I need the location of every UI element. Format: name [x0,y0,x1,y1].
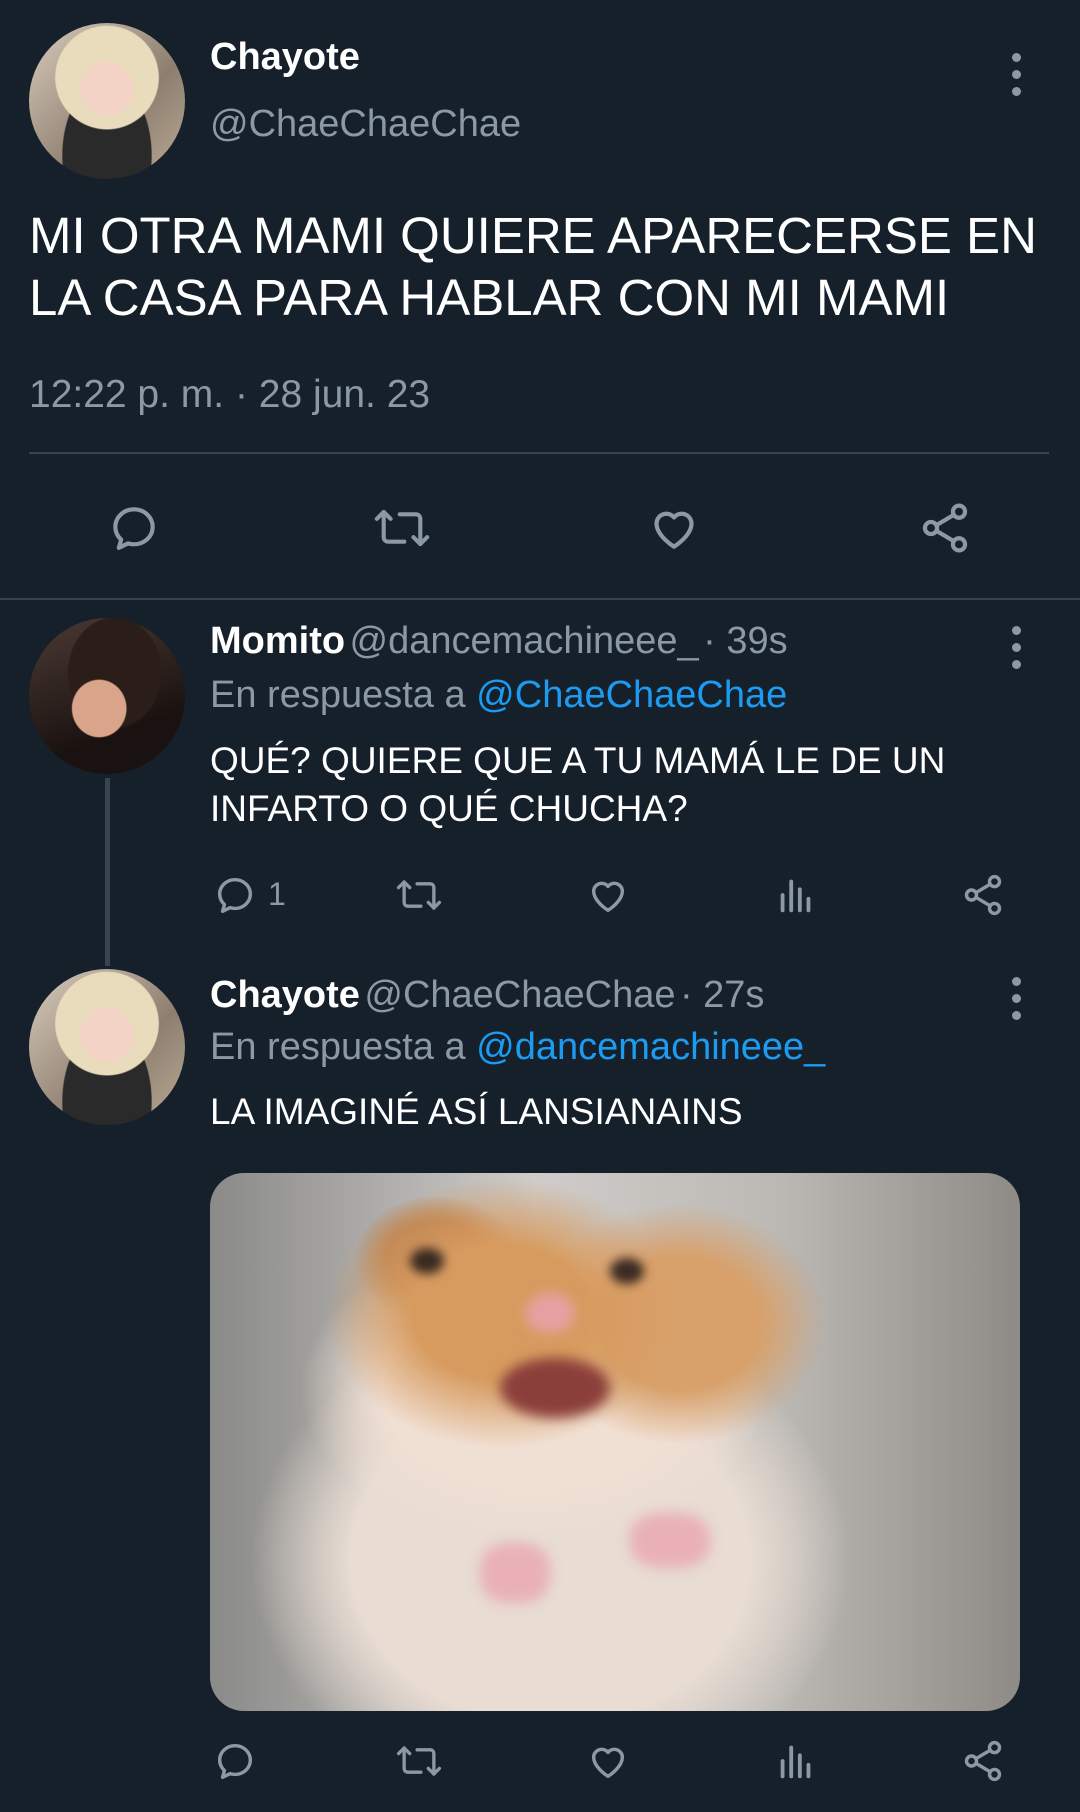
hamster-photo[interactable] [210,1173,1020,1711]
avatar[interactable] [29,618,185,774]
replying-to-prefix: En respuesta a [210,1026,466,1068]
reply-icon[interactable] [106,500,162,556]
share-icon[interactable] [960,872,1006,918]
more-options-icon[interactable] [1009,977,1023,1021]
more-options-icon[interactable] [1009,626,1023,670]
heart-icon[interactable] [584,872,632,918]
reply-text-line: LA IMAGINÉ ASÍ LANSIANAINS [210,1091,743,1132]
reply-icon[interactable] [212,1738,258,1784]
share-icon[interactable] [917,500,973,556]
author-handle[interactable]: @ChaeChaeChae [210,103,521,146]
reply-time[interactable]: · 39s [703,620,787,662]
author-name[interactable]: Momito [210,620,345,662]
more-options-icon[interactable] [1009,53,1023,97]
reply-count: 1 [268,876,286,912]
reply-header: Chayote @ChaeChaeChae · 27s [210,974,764,1017]
views-icon[interactable] [773,872,819,918]
mention-link[interactable]: @dancemachineee_ [476,1026,825,1068]
author-name[interactable]: Chayote [210,974,360,1016]
tweet-text: MI OTRA MAMI QUIERE APARECERSE EN LA CAS… [29,205,1037,329]
reply-icon[interactable] [212,872,258,918]
retweet-icon[interactable] [370,500,434,556]
replying-to: En respuesta a @ChaeChaeChae [210,674,787,717]
heart-icon[interactable] [645,500,703,556]
tweet-text-line: LA CASA PARA HABLAR CON MI MAMI [29,269,950,326]
hamster-eye [610,1258,644,1284]
timestamp[interactable]: 12:22 p. m. · 28 jun. 23 [29,373,430,417]
heart-icon[interactable] [584,1738,632,1784]
replying-to-prefix: En respuesta a [210,674,466,716]
author-name[interactable]: Chayote [210,36,360,79]
reply-text: QUÉ? QUIERE QUE A TU MAMÁ LE DE UN INFAR… [210,737,945,833]
hamster-mouth [500,1358,610,1418]
hamster-nose [525,1293,575,1333]
divider [0,598,1080,600]
author-handle[interactable]: @dancemachineee_ [350,620,699,662]
thread-line [105,778,110,966]
retweet-icon[interactable] [393,872,445,918]
reply-text-line: INFARTO O QUÉ CHUCHA? [210,788,688,829]
avatar[interactable] [29,969,185,1125]
hamster-paw [480,1543,550,1603]
share-icon[interactable] [960,1738,1006,1784]
avatar[interactable] [29,23,185,179]
reply-header: Momito @dancemachineee_ · 39s [210,620,788,663]
tweet-text-line: MI OTRA MAMI QUIERE APARECERSE EN [29,207,1037,264]
retweet-icon[interactable] [393,1738,445,1784]
hamster-paw [630,1513,710,1568]
mention-link[interactable]: @ChaeChaeChae [476,674,787,716]
replying-to: En respuesta a @dancemachineee_ [210,1026,825,1069]
reply-text: LA IMAGINÉ ASÍ LANSIANAINS [210,1088,743,1136]
views-icon[interactable] [773,1738,819,1784]
author-handle[interactable]: @ChaeChaeChae [364,974,675,1016]
reply-text-line: QUÉ? QUIERE QUE A TU MAMÁ LE DE UN [210,740,946,781]
reply-time[interactable]: · 27s [680,974,764,1016]
hamster-eye [410,1248,444,1274]
divider [29,452,1049,454]
